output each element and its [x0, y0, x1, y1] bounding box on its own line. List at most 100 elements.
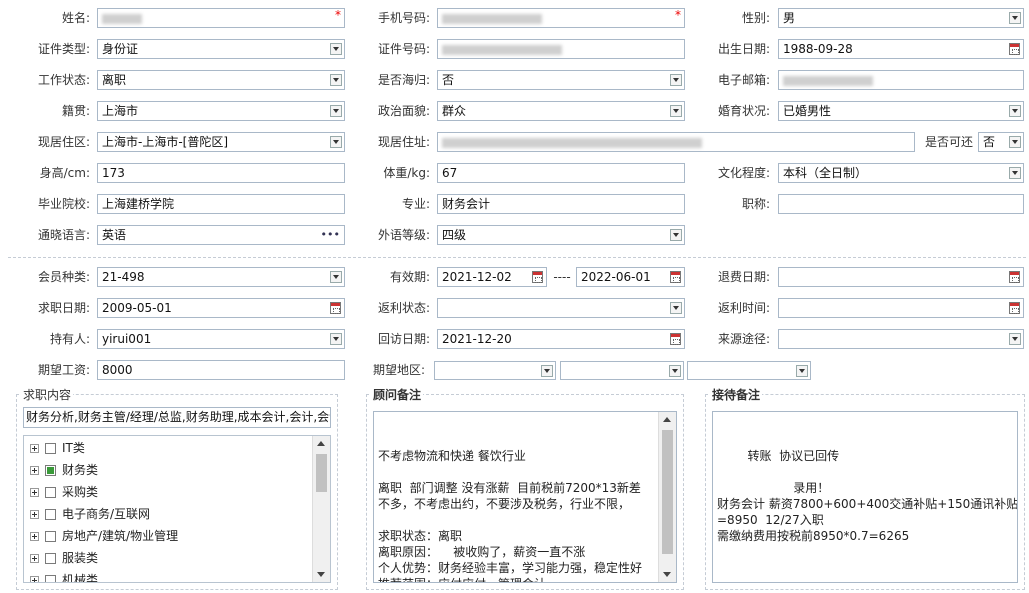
school-field[interactable]: 上海建桥学院 — [97, 194, 345, 214]
residence-address-field[interactable] — [437, 132, 915, 152]
chevron-down-icon[interactable] — [330, 136, 342, 148]
checkbox[interactable] — [45, 487, 56, 498]
job-category-tree[interactable]: IT类 财务类 采购类 电子商务/互联网 房地产/建筑/物业管理 服装类机械类 — [23, 435, 331, 583]
name-field[interactable]: * — [97, 8, 345, 28]
refund-date-label: 退费日期: — [717, 270, 770, 284]
expand-icon[interactable] — [30, 444, 39, 453]
refund-date-field[interactable] — [778, 267, 1024, 287]
gender-select[interactable]: 男 — [778, 8, 1024, 28]
calendar-icon[interactable] — [1009, 271, 1020, 283]
valid-to-field[interactable]: 2022-06-01 — [576, 267, 685, 287]
major-field[interactable]: 财务会计 — [437, 194, 685, 214]
height-field[interactable]: 173 — [97, 163, 345, 183]
work-status-select[interactable]: 离职 — [97, 70, 345, 90]
chevron-down-icon[interactable] — [670, 229, 682, 241]
native-place-select[interactable]: 上海市 — [97, 101, 345, 121]
chevron-down-icon[interactable] — [1009, 167, 1021, 179]
birth-date-field[interactable]: 1988-09-28 — [778, 39, 1024, 59]
calendar-icon[interactable] — [1009, 302, 1020, 314]
scroll-down-icon[interactable] — [663, 572, 671, 577]
marital-select[interactable]: 已婚男性 — [778, 101, 1024, 121]
chevron-down-icon[interactable] — [1009, 333, 1021, 345]
foreign-level-select[interactable]: 四级 — [437, 225, 685, 245]
scroll-thumb[interactable] — [662, 430, 673, 554]
tree-item[interactable]: 财务类 — [30, 460, 98, 480]
chevron-down-icon[interactable] — [670, 302, 682, 314]
id-type-select[interactable]: 身份证 — [97, 39, 345, 59]
holder-select[interactable]: yirui001 — [97, 329, 345, 349]
calendar-icon[interactable] — [1009, 43, 1020, 55]
rebate-status-select[interactable] — [437, 298, 685, 318]
tree-item[interactable]: 房地产/建筑/物业管理 — [30, 526, 178, 546]
id-number-label: 证件号码: — [377, 42, 430, 56]
scroll-up-icon[interactable] — [663, 417, 671, 422]
expand-icon[interactable] — [30, 488, 39, 497]
chevron-down-icon[interactable] — [1009, 105, 1021, 117]
checkbox[interactable] — [45, 443, 56, 454]
expand-icon[interactable] — [30, 532, 39, 541]
expand-icon[interactable] — [30, 554, 39, 563]
education-select[interactable]: 本科（全日制） — [778, 163, 1024, 183]
chevron-down-icon[interactable] — [330, 333, 342, 345]
tree-item[interactable]: 机械类 — [30, 570, 98, 582]
residence-area-select[interactable]: 上海市-上海市-[普陀区] — [97, 132, 345, 152]
checkbox[interactable] — [45, 531, 56, 542]
region-province-select[interactable] — [434, 361, 556, 380]
more-icon[interactable]: ••• — [321, 226, 340, 244]
reception-notes-textarea[interactable]: 转账 协议已回传 录用！ 财务会计 薪资7800+600+400交通补贴+150通… — [712, 411, 1018, 583]
chevron-down-icon[interactable] — [541, 365, 553, 377]
expand-icon[interactable] — [30, 576, 39, 582]
chevron-down-icon[interactable] — [1009, 136, 1021, 148]
tree-item[interactable]: 服装类 — [30, 548, 98, 568]
scroll-up-icon[interactable] — [317, 441, 325, 446]
calendar-icon[interactable] — [670, 271, 681, 283]
language-field[interactable]: 英语 ••• — [97, 225, 345, 245]
checkbox[interactable] — [45, 465, 56, 476]
chevron-down-icon[interactable] — [330, 271, 342, 283]
job-date-field[interactable]: 2009-05-01 — [97, 298, 345, 318]
phone-field[interactable]: * — [437, 8, 685, 28]
rebate-time-field[interactable] — [778, 298, 1024, 318]
calendar-icon[interactable] — [330, 302, 341, 314]
chevron-down-icon[interactable] — [1009, 12, 1021, 24]
expand-icon[interactable] — [30, 510, 39, 519]
chevron-down-icon[interactable] — [669, 365, 681, 377]
checkbox[interactable] — [45, 575, 56, 582]
chevron-down-icon[interactable] — [330, 43, 342, 55]
job-content-summary[interactable]: 财务分析,财务主管/经理/总监,财务助理,成本会计,会计,会计 — [23, 407, 331, 428]
political-select[interactable]: 群众 — [437, 101, 685, 121]
source-select[interactable] — [778, 329, 1024, 349]
scroll-down-icon[interactable] — [317, 572, 325, 577]
tree-item[interactable]: 采购类 — [30, 482, 98, 502]
title-field[interactable] — [778, 194, 1024, 214]
email-field[interactable] — [778, 70, 1024, 90]
overseas-select[interactable]: 否 — [437, 70, 685, 90]
tree-item[interactable]: 电子商务/互联网 — [30, 504, 150, 524]
checkbox[interactable] — [45, 553, 56, 564]
tree-item[interactable]: IT类 — [30, 438, 85, 458]
scroll-thumb[interactable] — [316, 454, 327, 492]
chevron-down-icon[interactable] — [796, 365, 808, 377]
reachable-select[interactable]: 否 — [978, 132, 1024, 152]
checkbox[interactable] — [45, 509, 56, 520]
id-number-field[interactable] — [437, 39, 685, 59]
chevron-down-icon[interactable] — [670, 105, 682, 117]
region-city-select[interactable] — [560, 361, 684, 380]
note-line: =8950 12/27入职 — [717, 513, 824, 527]
salary-field[interactable]: 8000 — [97, 360, 345, 380]
visit-date-field[interactable]: 2021-12-20 — [437, 329, 685, 349]
tree-scrollbar[interactable] — [312, 436, 330, 582]
expand-icon[interactable] — [30, 466, 39, 475]
holder-label: 持有人: — [49, 332, 90, 346]
chevron-down-icon[interactable] — [330, 105, 342, 117]
advisor-notes-textarea[interactable]: 不考虑物流和快递 餐饮行业 离职 部门调整 没有涨薪 目前税前7200*13新差不… — [373, 411, 677, 583]
weight-field[interactable]: 67 — [437, 163, 685, 183]
valid-from-field[interactable]: 2021-12-02 — [437, 267, 547, 287]
calendar-icon[interactable] — [670, 333, 681, 345]
member-type-select[interactable]: 21-498 — [97, 267, 345, 287]
calendar-icon[interactable] — [532, 271, 543, 283]
region-district-select[interactable] — [687, 361, 811, 380]
notes-scrollbar[interactable] — [658, 412, 676, 582]
chevron-down-icon[interactable] — [330, 74, 342, 86]
chevron-down-icon[interactable] — [670, 74, 682, 86]
